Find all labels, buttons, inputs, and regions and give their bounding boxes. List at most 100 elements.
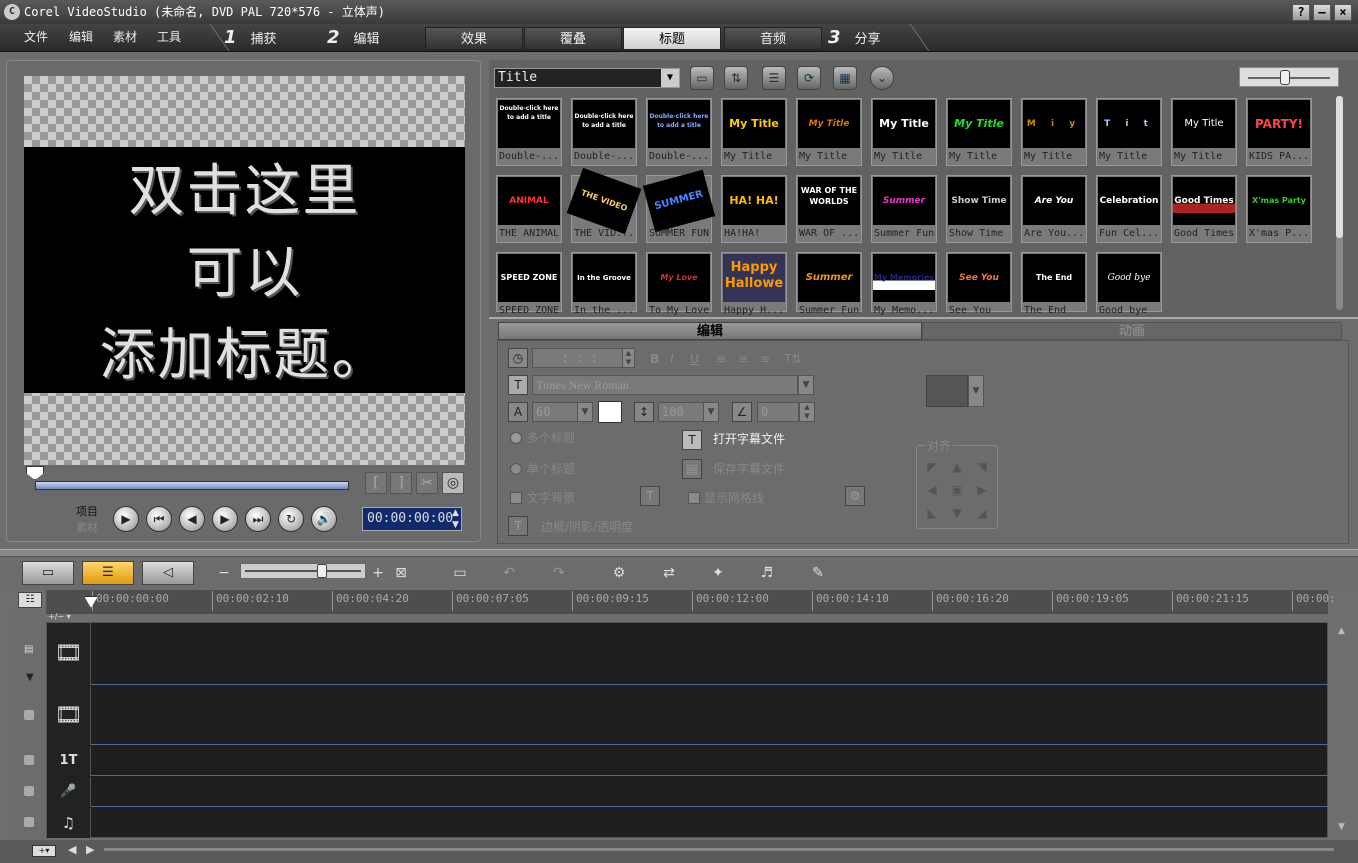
scrollbar-thumb[interactable] — [1336, 96, 1343, 238]
import-folder-button[interactable]: ▭ — [690, 66, 714, 90]
mode-clip-label[interactable]: 素材 — [76, 519, 98, 535]
title-thumb[interactable]: Double-click here to add a title Double-.… — [646, 98, 712, 166]
align-center-icon[interactable]: ≡ — [738, 351, 748, 367]
refresh-button[interactable]: ⟳ — [797, 66, 821, 90]
fit-project-icon[interactable]: ⊠ — [392, 560, 410, 586]
title-thumb[interactable]: SPEED ZONE SPEED ZONE — [496, 252, 562, 316]
menu-edit[interactable]: 编辑 — [69, 24, 93, 51]
title-thumb[interactable]: WAR OF THE WORLDS WAR OF ... — [796, 175, 862, 243]
border-shadow-button[interactable]: 边框/阴影/透明度 — [541, 519, 633, 535]
slider-knob[interactable] — [1280, 70, 1290, 85]
tab-overlay[interactable]: 覆叠 — [524, 27, 622, 50]
title-thumb[interactable]: HA! HA! HA!HA! — [721, 175, 787, 243]
title-thumb[interactable]: See You See You — [946, 252, 1012, 316]
font-size-field[interactable]: 60 — [532, 402, 578, 422]
tab-options-edit[interactable]: 编辑 — [498, 322, 922, 340]
mark-in-button[interactable]: [ — [365, 472, 387, 494]
scrub-bar[interactable] — [35, 481, 349, 490]
help-button[interactable]: ? — [1292, 4, 1310, 21]
mode-project-label[interactable]: 项目 — [76, 503, 98, 519]
title-thumb[interactable]: My Title My Title — [796, 98, 862, 166]
video-track[interactable] — [46, 622, 1328, 685]
title-thumb[interactable]: My Memories My Memo... — [871, 252, 937, 316]
track-manager-icon[interactable]: ▤ — [24, 644, 42, 658]
scroll-left-icon[interactable]: ◀ — [68, 843, 76, 856]
menu-tools[interactable]: 工具 — [157, 24, 181, 51]
title-thumb[interactable]: My Title My Title — [721, 98, 787, 166]
title-thumb[interactable]: PARTY! KIDS PA... — [1246, 98, 1312, 166]
time-ruler[interactable]: 00:00:00:00 00:00:02:10 00:00:04:20 00:0… — [46, 590, 1336, 614]
library-category-select[interactable]: Title ▼ — [494, 68, 680, 88]
timecode-field[interactable]: 00:00:00:00 — [362, 507, 462, 531]
scroll-right-icon[interactable]: ▶ — [86, 843, 94, 856]
go-to-start-button[interactable]: ⏮ — [146, 506, 172, 532]
align-left-icon[interactable]: ≡ — [716, 351, 726, 367]
align-bottom-right-icon[interactable]: ◢ — [975, 506, 989, 520]
sort-button[interactable]: ⇅ — [724, 66, 748, 90]
title-thumb[interactable]: X'mas Party X'mas P... — [1246, 175, 1312, 243]
expand-button[interactable]: ⌄ — [870, 66, 894, 90]
open-subtitle-icon[interactable]: T — [682, 430, 702, 450]
menu-clip[interactable]: 素材 — [113, 24, 137, 51]
lock-icon[interactable] — [24, 710, 34, 720]
lock-icon[interactable] — [24, 817, 34, 827]
title-thumb[interactable]: Summer FunSummer Fun — [796, 252, 862, 316]
multi-title-radio[interactable] — [510, 432, 522, 444]
add-track-button[interactable]: +▾ — [32, 845, 56, 857]
duration-field[interactable]: : : : — [532, 348, 624, 368]
music-track[interactable] — [46, 807, 1328, 838]
prev-frame-button[interactable]: ◀ — [179, 506, 205, 532]
align-right-icon[interactable]: ≡ — [760, 351, 770, 367]
repeat-button[interactable]: ↻ — [278, 506, 304, 532]
zoom-out-icon[interactable]: − — [216, 560, 232, 586]
storyboard-view-button[interactable]: ▭ — [22, 561, 74, 585]
title-thumb[interactable]: Good bye Good bye — [1096, 252, 1162, 316]
timeline-zoom-slider[interactable] — [240, 563, 366, 579]
align-right-icon[interactable]: ▶ — [975, 483, 989, 497]
smart-proxy-icon[interactable]: ⚙ — [605, 560, 633, 586]
mark-out-button[interactable]: ] — [390, 472, 412, 494]
chapter-point-icon[interactable]: ✎ — [804, 560, 832, 586]
save-subtitle-button[interactable]: 保存字幕文件 — [713, 461, 785, 477]
align-left-icon[interactable]: ◀ — [925, 483, 939, 497]
video-filter-icon[interactable]: ✦ — [704, 560, 732, 586]
line-spacing-field[interactable]: 100 — [658, 402, 704, 422]
undo-icon[interactable]: ↶ — [495, 560, 523, 586]
play-button[interactable]: ▶ — [113, 506, 139, 532]
title-thumb[interactable]: Celebration Fun Cel... — [1096, 175, 1162, 243]
title-thumb[interactable]: Show Time Show Time — [946, 175, 1012, 243]
align-bottom-icon[interactable]: ▼ — [950, 506, 964, 520]
zoom-in-icon[interactable]: + — [370, 560, 386, 586]
timeline-view-button[interactable]: ☰ — [82, 561, 134, 585]
library-scrollbar[interactable] — [1336, 96, 1343, 310]
voice-track[interactable] — [46, 776, 1328, 807]
thumbnail-size-slider[interactable] — [1239, 67, 1339, 87]
align-center-icon[interactable]: ▣ — [950, 483, 964, 497]
step-share[interactable]: 3 分享 — [828, 24, 881, 51]
title-thumb[interactable]: Good Times Good Times — [1171, 175, 1237, 243]
align-bottom-left-icon[interactable]: ◣ — [925, 506, 939, 520]
italic-button[interactable]: I — [670, 351, 674, 367]
timeline-vertical-scrollbar[interactable]: ▲ ▼ — [1336, 622, 1350, 838]
timeline-options-button[interactable]: ☷ — [18, 592, 42, 608]
apply-button[interactable]: ▦ — [833, 66, 857, 90]
open-subtitle-button[interactable]: 打开字幕文件 — [713, 431, 785, 447]
grid-settings-icon[interactable]: ⚙ — [845, 486, 865, 506]
title-thumb[interactable]: Happy Hallowe Happy H... — [721, 252, 787, 316]
minimize-button[interactable]: – — [1313, 4, 1331, 21]
chevron-down-icon[interactable]: ▼ — [798, 375, 814, 395]
step-capture[interactable]: 1 捕获 — [224, 24, 277, 51]
title-thumb[interactable]: My Love To My Love — [646, 252, 712, 316]
step-edit[interactable]: 2 编辑 — [327, 24, 380, 51]
enlarge-preview-button[interactable]: ◎ — [442, 472, 464, 494]
collapse-triangle-icon[interactable]: ▼ — [26, 672, 40, 683]
angle-field[interactable]: 0 — [757, 402, 799, 422]
lock-icon[interactable] — [24, 786, 34, 796]
title-thumb[interactable]: In the Groove In the ... — [571, 252, 637, 316]
title-thumb[interactable]: ANIMAL THE ANIMAL — [496, 175, 562, 243]
text-background-checkbox[interactable] — [510, 492, 522, 504]
go-to-end-button[interactable]: ⏭ — [245, 506, 271, 532]
title-track[interactable] — [46, 745, 1328, 776]
title-thumb[interactable]: My Title My Title — [871, 98, 937, 166]
menu-file[interactable]: 文件 — [24, 24, 48, 51]
